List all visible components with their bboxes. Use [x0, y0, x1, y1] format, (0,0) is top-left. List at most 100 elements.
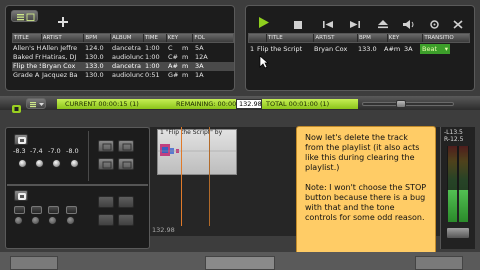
- lib-cell-fol: 5A: [195, 44, 204, 52]
- library-menu-button[interactable]: [11, 10, 38, 22]
- eq-knob-1[interactable]: [18, 159, 27, 168]
- pl-row-keynum: 3A: [404, 45, 413, 53]
- deck-b-knob-2[interactable]: [31, 216, 40, 225]
- eq-knob-3[interactable]: [52, 159, 61, 168]
- deck-b-slot-2[interactable]: [31, 206, 42, 214]
- deck-b-slot-4[interactable]: [66, 206, 77, 214]
- library-header[interactable]: TITLE ARTIST BPM ALBUM TIME KEY FOL: [12, 33, 234, 43]
- dock-item-right[interactable]: [415, 256, 463, 270]
- lib-cell-title: Baked From: [13, 53, 41, 61]
- timeline-menu-button[interactable]: [26, 98, 46, 109]
- lib-cell-artist: Allen Jeffre: [42, 44, 78, 52]
- deck-b-button-4[interactable]: [118, 214, 134, 226]
- deck-b-button-2[interactable]: [118, 196, 134, 208]
- mixer-divider: [88, 131, 89, 181]
- annotation-note: Now let's delete the track from the play…: [296, 126, 436, 266]
- stop-button[interactable]: [292, 15, 304, 29]
- zoom-slider[interactable]: [362, 102, 454, 106]
- pl-row-num: 1: [250, 45, 255, 53]
- zoom-handle[interactable]: [396, 100, 406, 108]
- library-row[interactable]: Flip the ScriBryan Cox 133.0 dancetra1:00 A…: [12, 62, 234, 71]
- col-bpm: BPM: [84, 34, 112, 42]
- library-row[interactable]: Grade A BitJacquez Ba 130.0 audiolunc0:51 G…: [12, 71, 234, 80]
- lib-cell-bpm: 130.0: [85, 53, 104, 61]
- pl-row-artist: Bryan Cox: [314, 45, 348, 53]
- play-button[interactable]: [256, 14, 271, 28]
- lib-cell-time: 1:00: [145, 44, 160, 52]
- lib-cell-mode: m: [182, 71, 189, 79]
- deck-b-knob-4[interactable]: [66, 216, 75, 225]
- pl-row-title: Flip the Script: [257, 45, 303, 53]
- playhead[interactable]: [181, 127, 182, 226]
- col-title: TITLE: [13, 34, 42, 42]
- deck-b-toggle-button[interactable]: [14, 190, 28, 201]
- lib-cell-album: audiolunc: [112, 53, 144, 61]
- playlist-header[interactable]: TITLE ARTIST BPM KEY TRANSITIO: [248, 33, 470, 43]
- marker-label: 132.98: [152, 226, 175, 234]
- pl-col-transition: TRANSITIO: [424, 35, 454, 41]
- col-album: ALBUM: [111, 34, 144, 42]
- pl-col-title: TITLE: [267, 34, 315, 42]
- lib-cell-mode: m: [182, 62, 189, 70]
- clip-title: 1 "Flip the Script" by: [160, 129, 223, 136]
- bpm-input[interactable]: 132.98: [236, 99, 262, 109]
- deck-button-2[interactable]: [118, 140, 134, 152]
- deck-b-slot-1[interactable]: [14, 206, 25, 214]
- library-row[interactable]: Allen's HouAllen Jeffre 124.0 dancetra1:00…: [12, 44, 234, 53]
- lib-cell-album: dancetra: [112, 44, 142, 52]
- dock-item-center[interactable]: [205, 256, 275, 270]
- total-time: TOTAL 00:01:00 (1): [262, 99, 358, 109]
- deck-b-button-1[interactable]: [98, 196, 114, 208]
- eject-button[interactable]: [376, 15, 390, 29]
- eq-knob-2[interactable]: [35, 159, 44, 168]
- lib-cell-key: A#: [168, 62, 178, 70]
- chevron-down-icon: ▾: [444, 45, 448, 53]
- note-paragraph-2: Note: I won't choose the STOP button bec…: [305, 183, 427, 222]
- note-paragraph-1: Now let's delete the track from the play…: [305, 133, 420, 172]
- lib-cell-mode: m: [182, 53, 189, 61]
- eq-knob-4[interactable]: [70, 159, 79, 168]
- lib-cell-key: C#: [168, 53, 178, 61]
- lib-cell-fol: 1A: [195, 71, 204, 79]
- library-row[interactable]: Baked FromHatiras, DJ 130.0 audiolunc1:00 C…: [12, 53, 234, 62]
- lib-cell-time: 1:00: [145, 53, 160, 61]
- transition-dropdown[interactable]: Beat ▾: [420, 44, 450, 54]
- deck-toggle-button[interactable]: [14, 134, 28, 145]
- waveform: [158, 138, 236, 172]
- deck-button-3[interactable]: [98, 158, 114, 170]
- lib-cell-artist: Jacquez Ba: [42, 71, 78, 79]
- close-icon[interactable]: [452, 15, 464, 29]
- playlist-row[interactable]: 1 Flip the Script Bryan Cox 133.0 A#m 3A…: [248, 44, 470, 54]
- settings-icon[interactable]: [428, 15, 441, 29]
- deck-button-4[interactable]: [118, 158, 134, 170]
- mix-icon[interactable]: [11, 99, 22, 113]
- mixer-separator: [7, 184, 148, 186]
- lib-cell-key: C: [168, 44, 173, 52]
- beat-marker: [209, 127, 210, 226]
- master-fader-handle[interactable]: [446, 227, 470, 239]
- volume-icon[interactable]: [402, 15, 416, 29]
- col-artist: ARTIST: [42, 34, 85, 42]
- next-button[interactable]: [348, 15, 362, 28]
- deck-b-slot-3[interactable]: [48, 206, 59, 214]
- previous-button[interactable]: [321, 15, 335, 28]
- current-time: CURRENT 00:00:15 (1): [57, 99, 152, 109]
- lib-cell-fol: 12A: [195, 53, 208, 61]
- pl-col-key: KEY: [388, 34, 424, 42]
- lib-cell-time: 1:00: [145, 62, 160, 70]
- eq-value-2: -7.4: [30, 147, 43, 155]
- library-list: Allen's HouAllen Jeffre124.0dancetra1:00…: [12, 44, 234, 80]
- eq-value-3: -7.0: [48, 147, 61, 155]
- deck-b-button-3[interactable]: [98, 214, 114, 226]
- remaining-time: REMAINING: 00:00:4: [152, 99, 236, 109]
- lib-cell-mode: m: [182, 44, 189, 52]
- eq-value-1: -8.3: [13, 147, 26, 155]
- col-time: TIME: [144, 34, 167, 42]
- deck-b-knob-3[interactable]: [48, 216, 57, 225]
- pl-col-num: [249, 34, 267, 42]
- transition-label: Beat: [422, 45, 437, 53]
- add-icon[interactable]: [58, 12, 68, 27]
- deck-button-1[interactable]: [98, 140, 114, 152]
- dock-item-left[interactable]: [10, 256, 58, 270]
- deck-b-knob-1[interactable]: [14, 216, 23, 225]
